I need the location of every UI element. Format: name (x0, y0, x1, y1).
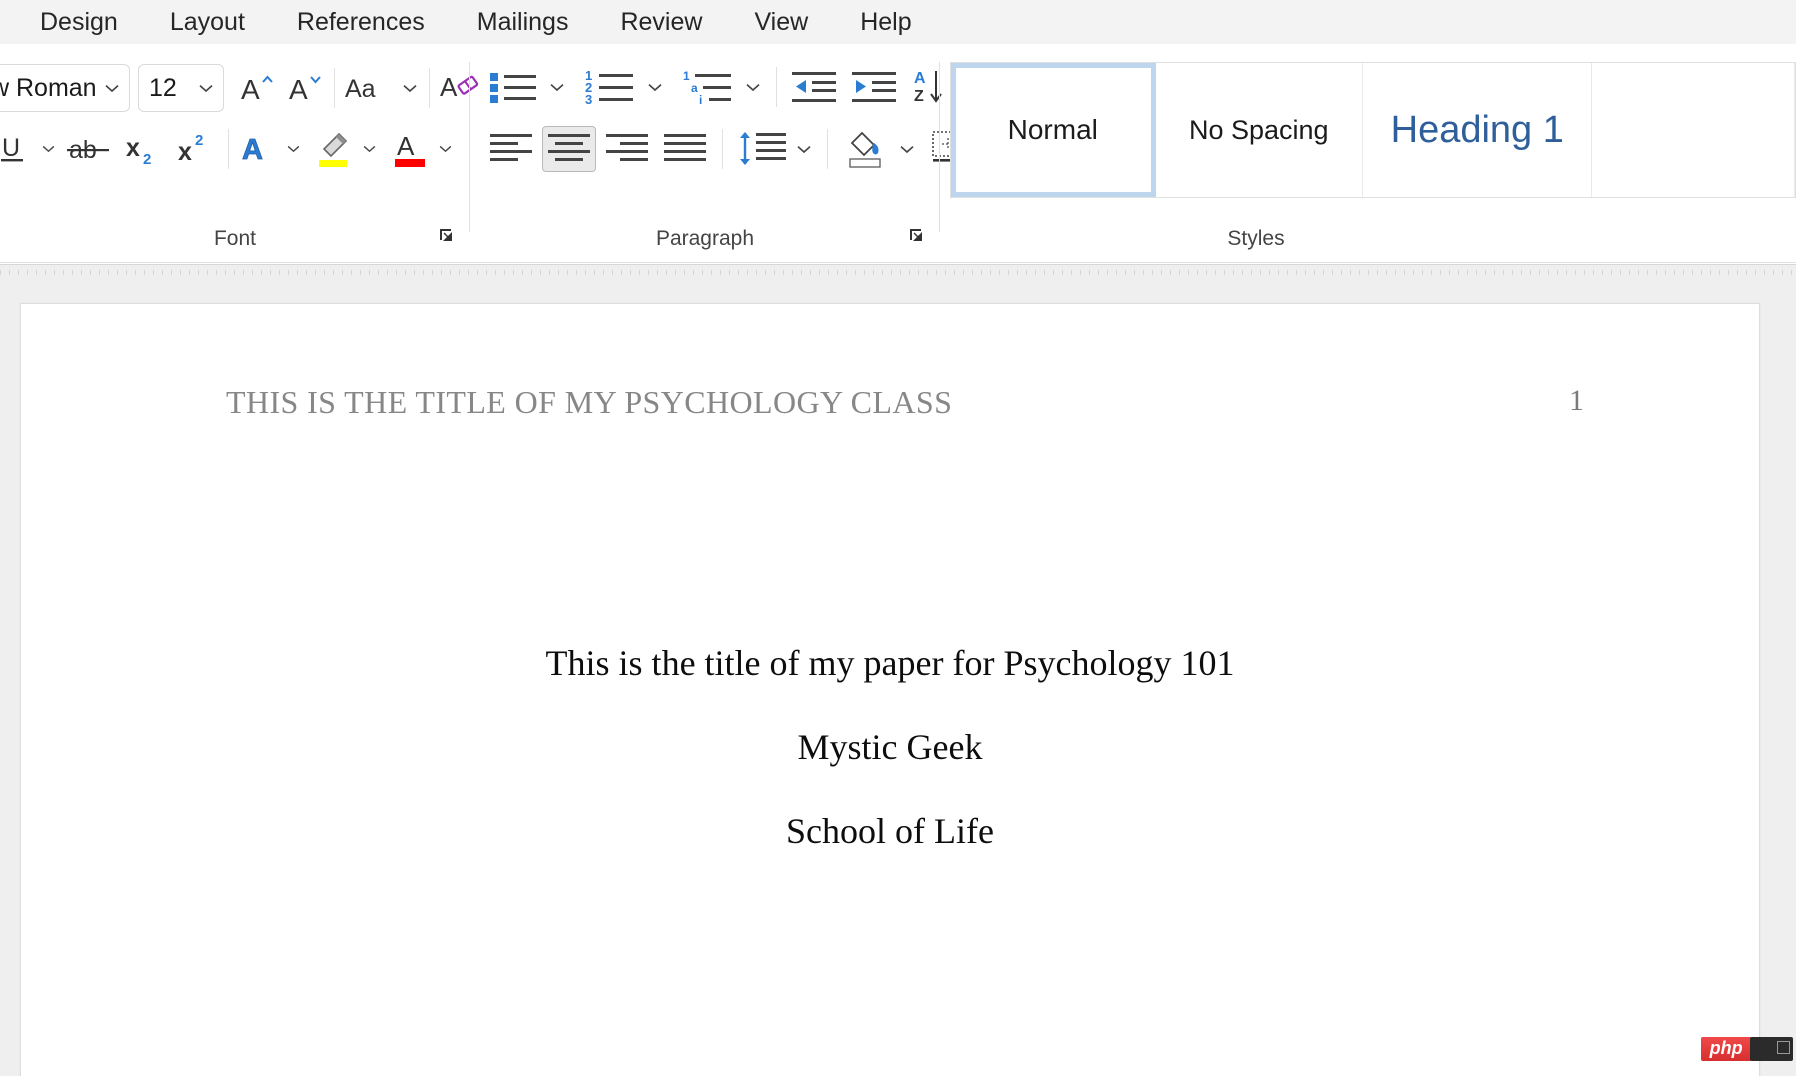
decrease-indent-button[interactable] (787, 64, 841, 110)
style-gallery-overflow[interactable] (1592, 63, 1795, 197)
php-watermark: php (1700, 1036, 1793, 1062)
chevron-down-icon[interactable] (193, 84, 219, 93)
font-size-combo[interactable]: 12 (138, 64, 224, 112)
font-color-button[interactable]: A (387, 126, 433, 172)
chevron-down-icon[interactable] (894, 126, 920, 172)
tab-view[interactable]: View (728, 0, 834, 44)
svg-text:a: a (691, 81, 698, 95)
style-no-spacing-label: No Spacing (1188, 114, 1329, 145)
chevron-down-icon[interactable] (791, 126, 817, 172)
multilevel-list-button[interactable]: 1 a i (680, 64, 740, 110)
php-watermark-dark-box (1749, 1037, 1793, 1061)
body-line-institution: School of Life (786, 811, 994, 851)
svg-text:x: x (126, 134, 140, 162)
subscript-button[interactable]: x 2 (120, 126, 170, 172)
grow-font-button[interactable]: A (234, 65, 280, 111)
svg-text:A: A (440, 72, 458, 102)
page-number: 1 (1569, 384, 1584, 417)
tab-mailings[interactable]: Mailings (451, 0, 595, 44)
tab-design[interactable]: Design (14, 0, 144, 44)
style-no-spacing[interactable]: No Spacing (1155, 63, 1364, 197)
body-line-author: Mystic Geek (797, 727, 983, 767)
superscript-button[interactable]: x 2 (172, 126, 222, 172)
increase-indent-button[interactable] (847, 64, 901, 110)
running-head-text: THIS IS THE TITLE OF MY PSYCHOLOGY CLASS (226, 384, 953, 420)
svg-text:3: 3 (585, 92, 592, 107)
change-case-button[interactable]: Aa (341, 65, 397, 111)
underline-button[interactable]: U (0, 126, 36, 172)
ribbon-tab-bar: Design Layout References Mailings Review… (0, 0, 1796, 44)
paragraph-dialog-launcher[interactable] (908, 227, 930, 249)
svg-text:2: 2 (195, 132, 203, 149)
ribbon-group-styles: Normal No Spacing Heading 1 Styles (946, 44, 1796, 263)
document-body[interactable]: This is the title of my paper for Psycho… (21, 634, 1759, 860)
bullets-button[interactable] (484, 64, 544, 110)
chevron-down-icon[interactable] (281, 126, 305, 172)
chevron-down-icon[interactable] (36, 126, 60, 172)
page-header-area[interactable]: THIS IS THE TITLE OF MY PSYCHOLOGY CLASS… (21, 384, 1759, 434)
svg-text:A: A (241, 74, 260, 105)
ribbon: w Roman 12 A A Aa A U ab x 2 x 2 A A Fon… (0, 44, 1796, 263)
body-line-title: This is the title of my paper for Psycho… (545, 643, 1235, 683)
paragraph-group-label: Paragraph (655, 227, 755, 250)
svg-text:A: A (397, 131, 415, 161)
align-left-button[interactable] (484, 126, 538, 172)
svg-text:A: A (914, 70, 926, 87)
horizontal-ruler[interactable] (0, 264, 1796, 278)
tab-layout[interactable]: Layout (144, 0, 271, 44)
numbering-button[interactable]: 1 2 3 (582, 64, 642, 110)
justify-button[interactable] (658, 126, 712, 172)
line-spacing-button[interactable] (733, 126, 791, 172)
style-normal[interactable]: Normal (951, 63, 1156, 197)
font-group-label: Font (213, 227, 257, 250)
chevron-down-icon[interactable] (544, 64, 570, 110)
shrink-font-button[interactable]: A (282, 65, 328, 111)
php-watermark-label: php (1700, 1037, 1752, 1061)
svg-text:A: A (289, 74, 308, 105)
document-canvas[interactable]: THIS IS THE TITLE OF MY PSYCHOLOGY CLASS… (0, 264, 1796, 1076)
tab-references[interactable]: References (271, 0, 451, 44)
svg-text:Z: Z (914, 88, 924, 105)
chevron-down-icon[interactable] (397, 65, 423, 111)
styles-group-label: Styles (1227, 227, 1285, 250)
svg-text:i: i (699, 93, 702, 107)
chevron-down-icon[interactable] (357, 126, 381, 172)
word-window: Design Layout References Mailings Review… (0, 0, 1796, 1076)
style-heading-1[interactable]: Heading 1 (1363, 63, 1593, 197)
chevron-down-icon[interactable] (740, 64, 766, 110)
svg-text:A: A (242, 134, 263, 166)
chevron-down-icon[interactable] (433, 126, 457, 172)
font-name-combo[interactable]: w Roman (0, 64, 130, 112)
align-right-button[interactable] (600, 126, 654, 172)
chevron-down-icon[interactable] (99, 84, 125, 93)
tab-help[interactable]: Help (834, 0, 937, 44)
chevron-down-icon[interactable] (642, 64, 668, 110)
ruler-ticks (0, 270, 1796, 275)
style-heading-1-label: Heading 1 (1390, 108, 1564, 151)
svg-text:Aa: Aa (345, 75, 376, 103)
svg-text:1: 1 (683, 69, 690, 83)
document-page[interactable]: THIS IS THE TITLE OF MY PSYCHOLOGY CLASS… (20, 303, 1760, 1076)
svg-text:x: x (178, 138, 192, 166)
tab-review[interactable]: Review (594, 0, 728, 44)
svg-text:U: U (2, 134, 20, 162)
font-name-value: w Roman (0, 73, 97, 102)
center-button[interactable] (542, 126, 596, 172)
ribbon-group-paragraph: 1 2 3 1 a i A Z Paragraph (470, 44, 1005, 263)
style-normal-label: Normal (1007, 114, 1098, 145)
strikethrough-button[interactable]: ab (64, 126, 116, 172)
shading-button[interactable] (838, 126, 894, 172)
text-highlight-color-button[interactable] (311, 126, 357, 172)
styles-gallery[interactable]: Normal No Spacing Heading 1 (950, 62, 1796, 198)
font-dialog-launcher[interactable] (438, 227, 460, 249)
ribbon-group-font: w Roman 12 A A Aa A U ab x 2 x 2 A A Fon… (0, 44, 479, 263)
font-size-value: 12 (149, 73, 177, 102)
svg-text:2: 2 (143, 151, 151, 167)
text-effects-button[interactable]: A (235, 126, 281, 172)
